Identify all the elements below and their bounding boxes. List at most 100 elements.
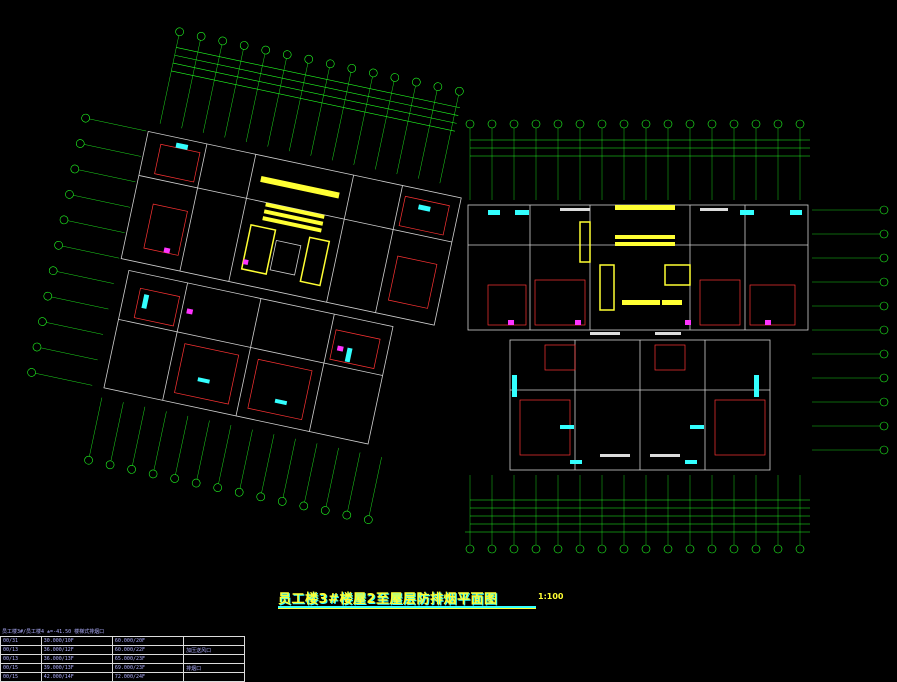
axis-bubble-icon: [465, 544, 475, 554]
axis-bubble-icon: [65, 190, 74, 199]
axis-bubble-icon: [27, 368, 36, 377]
axis-bubble-icon: [105, 460, 115, 470]
grid-line: [218, 425, 232, 484]
right-stair: [579, 205, 691, 311]
schedule-cell: [183, 672, 245, 682]
schedule-cell: 72.000/24F: [111, 672, 185, 682]
axis-bubble-icon: [277, 497, 287, 506]
schedule-cell: 69.000/23F: [111, 663, 185, 673]
grid-line: [181, 40, 201, 129]
title-underline: [278, 606, 536, 609]
axis-bubble-icon: [218, 36, 227, 46]
schedule-cell: 42.000/14F: [40, 672, 113, 682]
axis-bubble-icon: [575, 544, 585, 554]
left-grid-lines: [35, 35, 459, 516]
axis-bubble-icon: [455, 86, 464, 96]
axis-bubble-icon: [32, 342, 42, 352]
left-axis-bubbles-top: [27, 27, 464, 524]
axis-bubble-icon: [487, 119, 497, 129]
right-building-plan: [465, 119, 889, 554]
axis-bubble-icon: [256, 492, 266, 502]
axis-bubble-icon: [707, 119, 717, 129]
axis-bubble-icon: [597, 119, 607, 129]
grid-line: [51, 296, 109, 310]
cad-canvas[interactable]: 员工楼3#楼屋2至屋层防排烟平面图 1:100 员工楼3#/员工楼4 ±=-41…: [0, 0, 897, 682]
axis-bubble-icon: [433, 82, 443, 91]
axis-bubble-icon: [369, 68, 378, 78]
axis-bubble-icon: [54, 240, 63, 250]
stair-icon: [260, 175, 340, 199]
axis-bubble-icon: [663, 544, 673, 554]
axis-bubble-icon: [879, 253, 889, 263]
axis-bubble-icon: [575, 119, 585, 129]
axis-bubble-icon: [213, 483, 222, 492]
left-building-plan: [27, 27, 464, 524]
drawing-title-block: 员工楼3#楼屋2至屋层防排烟平面图 1:100: [278, 588, 578, 618]
grid-line: [347, 452, 361, 512]
axis-bubble-icon: [531, 544, 541, 554]
grid-line: [267, 58, 287, 147]
axis-bubble-icon: [685, 119, 695, 129]
axis-bubble-icon: [342, 510, 352, 520]
axis-bubble-icon: [364, 515, 373, 524]
axis-bubble-icon: [509, 544, 519, 554]
axis-bubble-icon: [773, 544, 783, 554]
schedule-cell: 60.000/22F: [111, 645, 185, 655]
schedule-table: 00/31 30.000/10F 60.000/20F 00/13 36.000/12F…: [0, 636, 245, 682]
axis-bubble-icon: [170, 474, 179, 483]
axis-bubble-icon: [795, 119, 805, 129]
schedule-row: 00/15 39.000/13F 69.000/23F 排烟口: [0, 663, 245, 673]
axis-bubble-icon: [751, 544, 761, 554]
schedule-cell: 加压送风口: [183, 645, 245, 655]
right-grid-lines: [469, 128, 880, 545]
axis-bubble-icon: [38, 317, 47, 326]
schedule-row: 00/13 36.000/12F 60.000/22F 加压送风口: [0, 645, 245, 655]
grid-line: [153, 411, 167, 471]
schedule-cell: 排烟口: [183, 663, 245, 673]
grid-line: [132, 406, 146, 466]
axis-bubble-icon: [879, 277, 889, 287]
grid-line: [368, 457, 382, 516]
axis-bubble-icon: [553, 544, 563, 554]
grid-line: [57, 271, 114, 284]
axis-bubble-icon: [531, 119, 541, 129]
grid-line: [110, 402, 124, 461]
schedule-row: 00/15 42.000/14F 72.000/24F: [0, 672, 245, 682]
grid-line: [418, 90, 438, 179]
axis-bubble-icon: [75, 139, 85, 148]
grid-line: [245, 53, 266, 143]
axis-bubble-icon: [707, 544, 717, 554]
axis-bubble-icon: [509, 119, 519, 129]
grid-line: [46, 322, 104, 335]
grid-line: [78, 169, 136, 183]
grid-line: [175, 415, 189, 475]
schedule-row: 00/31 30.000/10F 60.000/20F: [0, 636, 245, 646]
grid-line: [261, 434, 275, 493]
axis-bubble-icon: [879, 205, 889, 215]
grid-line: [353, 76, 373, 165]
grid-line: [202, 44, 223, 133]
schedule-cell: 00/15: [0, 663, 42, 673]
axis-bubble-icon: [641, 544, 651, 554]
grid-line: [67, 220, 125, 233]
grid-line: [89, 397, 103, 457]
right-vents: [488, 210, 802, 464]
axis-bubble-icon: [773, 119, 783, 129]
axis-bubble-icon: [879, 445, 889, 455]
axis-bubble-icon: [879, 301, 889, 311]
schedule-cell: 39.000/13F: [40, 663, 113, 673]
axis-bubble-icon: [619, 544, 629, 554]
axis-bubble-icon: [84, 455, 93, 465]
axis-bubble-icon: [304, 54, 314, 64]
axis-bubble-icon: [487, 544, 497, 554]
right-fans: [508, 320, 771, 325]
axis-bubble-icon: [127, 465, 136, 474]
grid-line: [159, 35, 179, 124]
axis-bubble-icon: [879, 349, 889, 359]
grid-line: [224, 49, 244, 138]
axis-bubble-icon: [641, 119, 651, 129]
right-top-dimensions: [465, 139, 810, 533]
axis-bubble-icon: [282, 50, 292, 59]
axis-bubble-icon: [347, 64, 357, 73]
elevation-schedule: 员工楼3#/员工楼4 ±=-41.50 楼梯式排烟口 00/31 30.000/1…: [0, 625, 250, 682]
